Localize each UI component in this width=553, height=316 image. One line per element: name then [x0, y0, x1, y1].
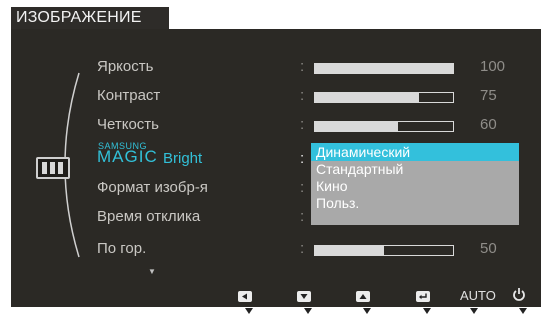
osd-menu: ИЗОБРАЖЕНИЕ Яркость : 100 Контраст : 75 … — [0, 0, 553, 316]
menu-item-label: Время отклика — [97, 208, 201, 225]
separator-colon: : — [300, 179, 305, 196]
left-arrow-button[interactable] — [238, 291, 252, 302]
menu-panel: Яркость : 100 Контраст : 75 Четкость : 6… — [11, 29, 541, 285]
dropdown-option-standard[interactable]: Стандартный — [311, 160, 519, 178]
osd-button-bar: AUTO — [11, 285, 541, 307]
separator-colon: : — [300, 240, 305, 257]
h-position-value: 50 — [480, 240, 497, 257]
menu-item-label: Формат изобр-я — [97, 179, 208, 196]
magic-brand-label: MAGIC — [97, 147, 158, 166]
slider-fill — [315, 122, 398, 131]
button-indicator-arrow-icon — [304, 308, 312, 314]
menu-item-label: По гор. — [97, 240, 147, 257]
magic-bright-label: Bright — [163, 150, 203, 167]
button-indicator-arrow-icon — [363, 308, 371, 314]
button-indicator-arrow-icon — [423, 308, 431, 314]
brightness-value: 100 — [480, 58, 506, 75]
auto-button[interactable]: AUTO — [460, 288, 496, 303]
up-arrow-button[interactable] — [356, 291, 370, 302]
menu-title: ИЗОБРАЖЕНИЕ — [16, 9, 142, 26]
dropdown-option-dynamic[interactable]: Динамический — [311, 143, 519, 161]
separator-colon: : — [300, 150, 305, 167]
menu-item-label: Контраст — [97, 87, 161, 104]
slider-fill — [315, 246, 384, 255]
contrast-value: 75 — [480, 87, 497, 104]
contrast-slider[interactable] — [314, 92, 454, 103]
down-arrow-button[interactable] — [297, 291, 311, 302]
separator-colon: : — [300, 116, 305, 133]
button-indicator-arrow-icon — [245, 308, 253, 314]
power-icon[interactable] — [512, 287, 526, 302]
dropdown-option-custom[interactable]: Польз. — [311, 194, 519, 212]
separator-colon: : — [300, 87, 305, 104]
slider-fill — [315, 64, 453, 73]
h-position-slider[interactable] — [314, 245, 454, 256]
option-label: Кино — [316, 178, 348, 194]
separator-colon: : — [300, 208, 305, 225]
option-label: Динамический — [316, 144, 411, 160]
button-indicator-arrow-icon — [470, 308, 478, 314]
option-label: Польз. — [316, 195, 360, 211]
sharpness-value: 60 — [480, 116, 497, 133]
slider-fill — [315, 93, 419, 102]
button-indicator-arrow-icon — [519, 308, 527, 314]
menu-item-label: Яркость — [97, 58, 154, 75]
menu-title-bar: ИЗОБРАЖЕНИЕ — [11, 7, 169, 29]
down-arrow-icon — [300, 294, 308, 299]
menu-item-label: Четкость — [97, 116, 159, 133]
picture-menu-icon — [36, 157, 70, 179]
enter-button[interactable] — [416, 291, 430, 302]
up-arrow-icon — [359, 294, 367, 299]
magic-bright-dropdown[interactable]: Динамический Стандартный Кино Польз. — [311, 143, 519, 225]
enter-icon — [419, 293, 427, 300]
scroll-down-indicator-icon: ▼ — [148, 267, 156, 276]
separator-colon: : — [300, 58, 305, 75]
brightness-slider[interactable] — [314, 63, 454, 74]
dropdown-option-movie[interactable]: Кино — [311, 177, 519, 195]
left-arrow-icon — [242, 293, 247, 300]
option-label: Стандартный — [316, 161, 404, 177]
sharpness-slider[interactable] — [314, 121, 454, 132]
